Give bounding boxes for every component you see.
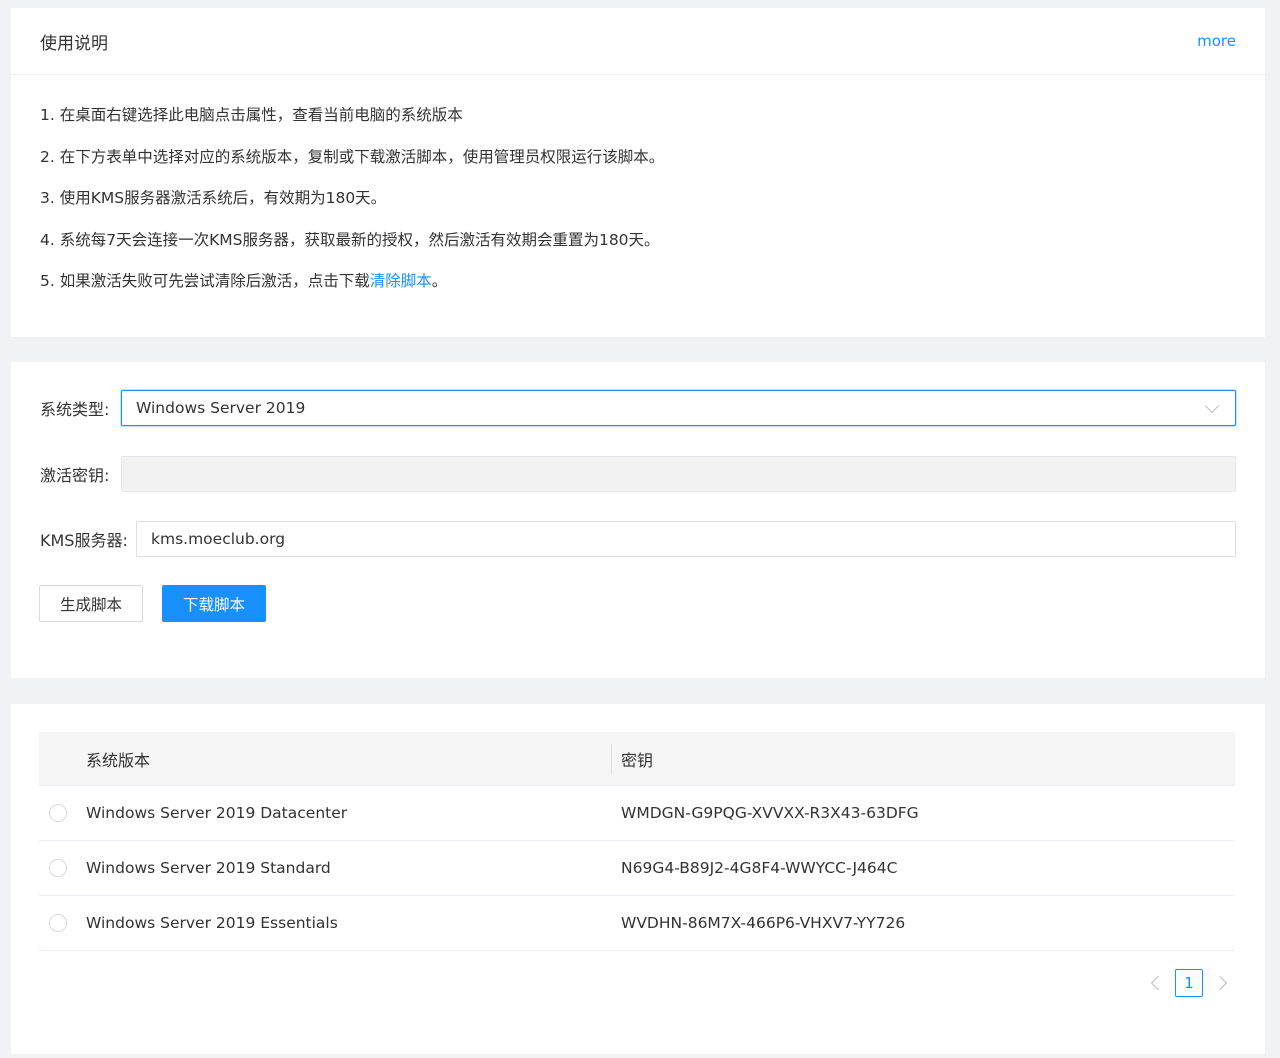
cell-version: Windows Server 2019 Datacenter — [86, 804, 348, 822]
row-radio[interactable] — [49, 914, 67, 932]
instructions-steps: 1. 在桌面右键选择此电脑点击属性，查看当前电脑的系统版本 2. 在下方表单中选… — [11, 75, 1265, 291]
cell-version: Windows Server 2019 Essentials — [86, 914, 338, 932]
chevron-left-icon[interactable] — [1150, 975, 1166, 991]
step-5: 5. 如果激活失败可先尝试清除后激活，点击下载清除脚本。 — [40, 271, 1236, 291]
instructions-header: 使用说明 more — [11, 8, 1265, 75]
step-1: 1. 在桌面右键选择此电脑点击属性，查看当前电脑的系统版本 — [40, 106, 463, 124]
pagination: 1 — [1150, 969, 1228, 997]
system-type-label: 系统类型: — [40, 400, 110, 419]
more-link[interactable]: more — [1197, 32, 1236, 50]
chevron-right-icon[interactable] — [1212, 975, 1228, 991]
form-card: 系统类型: Windows Server 2019 激活密钥: KMS服务器: … — [11, 362, 1265, 678]
table-header: 系统版本 密钥 — [39, 732, 1235, 786]
kms-server-row: KMS服务器: kms.moeclub.org — [40, 521, 1236, 557]
row-radio[interactable] — [49, 804, 67, 822]
cell-key: WMDGN-G9PQG-XVVXX-R3X43-63DFG — [621, 804, 919, 822]
header-divider — [611, 744, 612, 774]
row-radio[interactable] — [49, 859, 67, 877]
activation-key-row: 激活密钥: — [40, 456, 1236, 492]
kms-server-label: KMS服务器: — [40, 531, 128, 550]
step-5-tail: 。 — [431, 272, 448, 290]
key-table: 系统版本 密钥 Windows Server 2019 Datacenter W… — [39, 732, 1235, 951]
page-1-button[interactable]: 1 — [1175, 969, 1203, 997]
download-script-button[interactable]: 下载脚本 — [162, 585, 266, 622]
cell-version: Windows Server 2019 Standard — [86, 859, 331, 877]
step-5-text: 5. 如果激活失败可先尝试清除后激活，点击下载 — [40, 272, 370, 290]
activation-key-field[interactable] — [121, 456, 1236, 492]
cell-key: WVDHN-86M7X-466P6-VHXV7-YY726 — [621, 914, 906, 932]
chevron-down-icon — [1204, 398, 1220, 413]
instructions-title: 使用说明 — [40, 33, 108, 54]
step-3: 3. 使用KMS服务器激活系统后，有效期为180天。 — [40, 189, 387, 207]
generate-script-button[interactable]: 生成脚本 — [39, 585, 143, 622]
instructions-card: 使用说明 more 1. 在桌面右键选择此电脑点击属性，查看当前电脑的系统版本 … — [11, 8, 1265, 337]
header-key: 密钥 — [621, 750, 654, 770]
kms-server-value: kms.moeclub.org — [151, 530, 286, 548]
kms-server-input[interactable]: kms.moeclub.org — [136, 521, 1236, 557]
table-row[interactable]: Windows Server 2019 Standard N69G4-B89J2… — [39, 841, 1235, 896]
step-2: 2. 在下方表单中选择对应的系统版本，复制或下载激活脚本，使用管理员权限运行该脚… — [40, 147, 665, 166]
system-type-row: 系统类型: Windows Server 2019 — [40, 390, 1236, 426]
cell-key: N69G4-B89J2-4G8F4-WWYCC-J464C — [621, 859, 898, 877]
step-4: 4. 系统每7天会连接一次KMS服务器，获取最新的授权，然后激活有效期会重置为1… — [40, 230, 660, 249]
activation-key-label: 激活密钥: — [40, 466, 110, 485]
clear-script-link[interactable]: 清除脚本 — [370, 272, 432, 290]
system-type-select[interactable]: Windows Server 2019 — [121, 390, 1236, 426]
table-row[interactable]: Windows Server 2019 Datacenter WMDGN-G9P… — [39, 786, 1235, 841]
table-row[interactable]: Windows Server 2019 Essentials WVDHN-86M… — [39, 896, 1235, 951]
system-type-value: Windows Server 2019 — [136, 399, 306, 417]
table-card: 系统版本 密钥 Windows Server 2019 Datacenter W… — [11, 704, 1265, 1054]
header-version: 系统版本 — [86, 750, 151, 770]
